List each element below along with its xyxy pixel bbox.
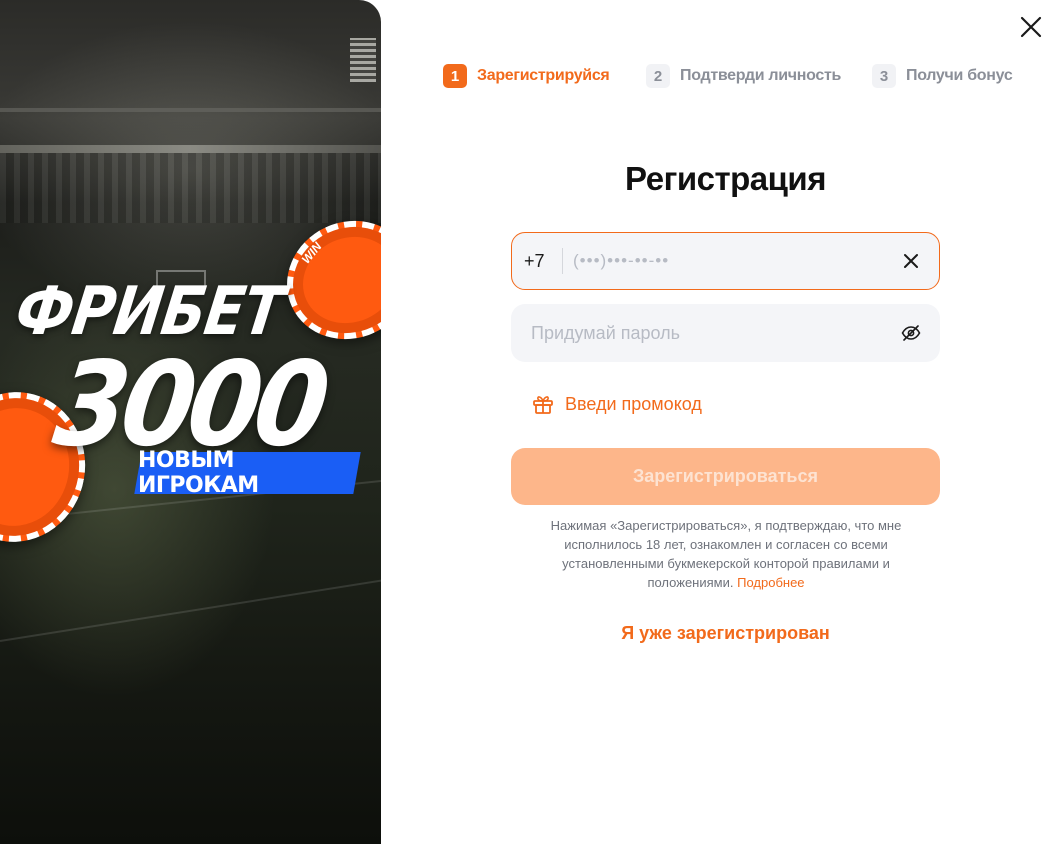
gift-icon (533, 396, 553, 414)
eye-off-icon (901, 325, 921, 341)
step-label: Подтверди личность (680, 67, 842, 84)
step-number: 2 (646, 64, 670, 88)
page-title: Регистрация (625, 160, 826, 197)
phone-field: +7 (511, 232, 940, 290)
step-3: 3 Получи бонус (872, 64, 1013, 88)
floodlight (350, 38, 376, 82)
password-field (511, 304, 940, 362)
step-label: Зарегистрируйся (477, 67, 610, 84)
register-button[interactable]: Зарегистрироваться (511, 448, 940, 505)
divider (562, 248, 563, 274)
toggle-password-visibility-button[interactable] (882, 304, 940, 362)
step-number: 3 (872, 64, 896, 88)
promo-banner: WIN ФРИБЕТ 3000 НОВЫМ ИГРОКАМ (0, 0, 381, 844)
step-label: Получи бонус (906, 67, 1013, 84)
stadium-roof-edge (0, 108, 381, 112)
terms-body: Нажимая «Зарегистрироваться», я подтверж… (550, 518, 902, 590)
promo-ribbon: НОВЫМ ИГРОКАМ (134, 448, 361, 498)
step-1: 1 Зарегистрируйся (443, 64, 610, 88)
password-input[interactable] (511, 304, 882, 362)
close-button[interactable] (1016, 12, 1046, 42)
step-number: 1 (443, 64, 467, 88)
promo-code-label: Введи промокод (565, 393, 702, 414)
registration-steps: 1 Зарегистрируйся 2 Подтверди личность 3… (443, 64, 1023, 88)
phone-prefix: +7 (524, 250, 545, 271)
promo-code-link[interactable]: Введи промокод (531, 392, 702, 416)
stadium-roof (0, 145, 381, 153)
clear-phone-button[interactable] (883, 233, 939, 289)
promo-ribbon-text: НОВЫМ ИГРОКАМ (138, 448, 259, 498)
already-registered-link[interactable]: Я уже зарегистрирован (511, 623, 940, 644)
close-icon (1020, 16, 1042, 38)
phone-input[interactable] (573, 233, 883, 289)
step-2: 2 Подтверди личность (646, 64, 841, 88)
pitch-line (0, 574, 381, 642)
registration-modal: WIN ФРИБЕТ 3000 НОВЫМ ИГРОКАМ 1 Зарегист… (0, 0, 1057, 844)
terms-text: Нажимая «Зарегистрироваться», я подтверж… (526, 516, 926, 592)
stadium-stands (0, 153, 381, 223)
clear-icon (904, 254, 918, 268)
terms-more-link[interactable]: Подробнее (737, 575, 804, 590)
